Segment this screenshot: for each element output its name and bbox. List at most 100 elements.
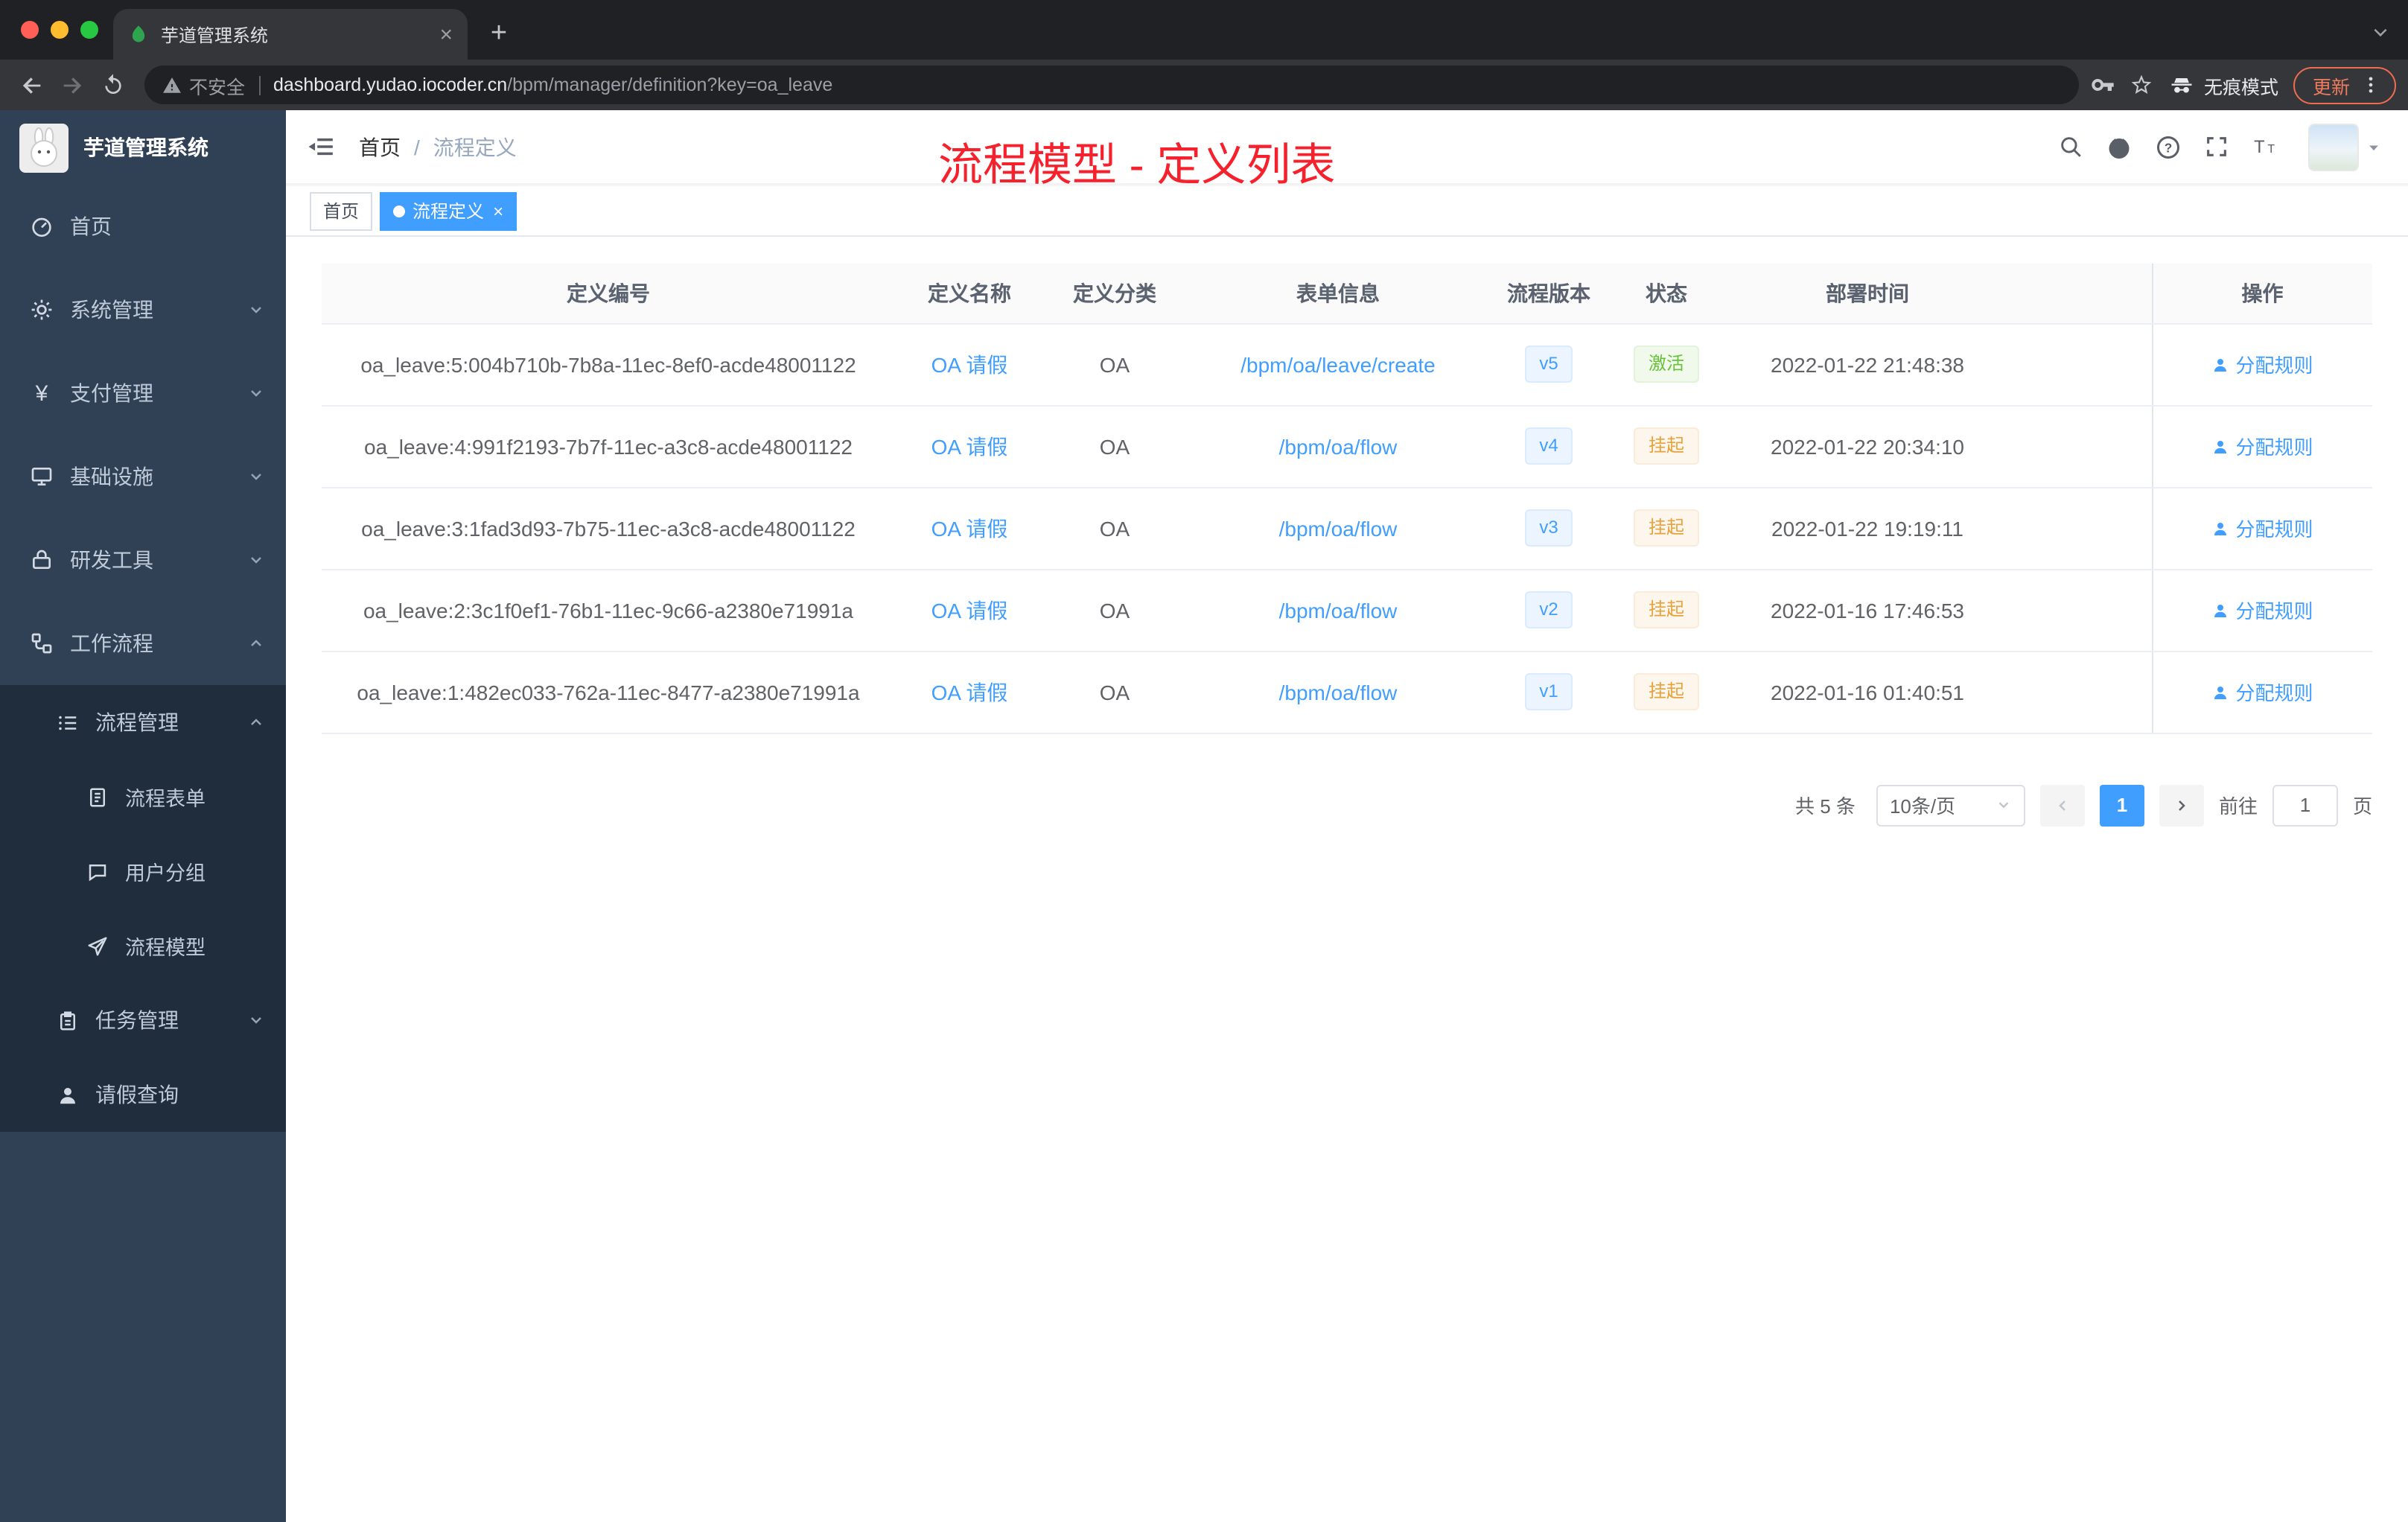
definition-name-link[interactable]: OA 请假 [931, 680, 1008, 704]
form-info-link[interactable]: /bpm/oa/flow [1279, 516, 1398, 540]
sidebar-item-leave-query[interactable]: 请假查询 [0, 1057, 286, 1132]
goto-page-input[interactable] [2272, 784, 2338, 826]
version-badge: v3 [1524, 509, 1573, 547]
status-badge: 激活 [1633, 346, 1699, 383]
forward-icon[interactable] [52, 65, 92, 105]
sidebar-item-devtools[interactable]: 研发工具 [0, 518, 286, 602]
sidebar-item-user-group[interactable]: 用户分组 [0, 834, 286, 908]
form-info-link[interactable]: /bpm/oa/flow [1279, 434, 1398, 458]
page-annotation: 流程模型 - 定义列表 [938, 141, 1336, 191]
gear-icon [30, 298, 54, 322]
page-1-button[interactable]: 1 [2099, 784, 2144, 826]
sidebar-fold-icon[interactable] [307, 133, 335, 161]
help-icon[interactable]: ? [2155, 133, 2182, 160]
app-title: 芋道管理系统 [83, 136, 208, 159]
cell-deploy-time: 2022-01-22 21:48:38 [1726, 323, 2009, 406]
sidebar-item-label: 研发工具 [70, 548, 153, 572]
svg-text:?: ? [2165, 139, 2173, 154]
column-header-version: 流程版本 [1491, 264, 1607, 324]
page-size-select[interactable]: 10条/页 [1876, 784, 2025, 826]
cell-definition-id: oa_leave:3:1fad3d93-7b75-11ec-a3c8-acde4… [322, 487, 895, 570]
page-unit-label: 页 [2352, 795, 2372, 818]
address-bar[interactable]: 不安全 dashboard.yudao.iocoder.cn /bpm/mana… [144, 66, 2079, 104]
search-icon[interactable] [2058, 134, 2083, 159]
user-icon [2211, 683, 2229, 701]
person-icon [57, 1083, 79, 1106]
cell-category: OA [1044, 405, 1185, 488]
traffic-light-close-icon[interactable] [21, 21, 39, 39]
incognito-icon [2168, 71, 2195, 98]
avatar[interactable] [2308, 123, 2359, 171]
assign-rule-link[interactable]: 分配规则 [2211, 432, 2313, 460]
url-domain: dashboard.yudao.iocoder.cn [273, 74, 508, 95]
sidebar-item-label: 流程表单 [125, 788, 206, 810]
form-info-link[interactable]: /bpm/oa/flow [1279, 680, 1398, 704]
traffic-light-minimize-icon[interactable] [51, 21, 69, 39]
new-tab-icon[interactable]: + [480, 15, 518, 54]
table-header-row: 定义编号 定义名称 定义分类 表单信息 流程版本 状态 部署时间 操作 [322, 264, 2372, 324]
key-icon[interactable] [2091, 73, 2115, 97]
goto-label: 前往 [2218, 795, 2258, 818]
update-label: 更新 [2312, 77, 2350, 98]
definition-name-link[interactable]: OA 请假 [931, 598, 1008, 622]
traffic-light-maximize-icon[interactable] [80, 21, 98, 39]
tab-title: 芋道管理系统 [161, 25, 269, 45]
sidebar-item-task-management[interactable]: 任务管理 [0, 983, 286, 1057]
sidebar-item-infrastructure[interactable]: 基础设施 [0, 435, 286, 518]
update-button[interactable]: 更新 [2293, 66, 2396, 104]
version-badge: v2 [1524, 591, 1573, 628]
table-row: oa_leave:3:1fad3d93-7b75-11ec-a3c8-acde4… [322, 487, 2372, 570]
tag-home[interactable]: 首页 [310, 191, 373, 230]
close-tag-icon[interactable]: × [493, 202, 503, 220]
workflow-icon [30, 631, 54, 655]
chevron-up-icon [247, 634, 265, 652]
definition-name-link[interactable]: OA 请假 [931, 516, 1008, 540]
browser-tab[interactable]: 芋道管理系统 × [113, 9, 468, 60]
github-icon[interactable] [2106, 133, 2133, 160]
caret-down-icon [2366, 139, 2381, 154]
back-icon[interactable] [12, 65, 52, 105]
close-tab-icon[interactable]: × [439, 23, 453, 45]
url-path: /bpm/manager/definition?key=oa_leave [507, 74, 833, 95]
sidebar-item-home[interactable]: 首页 [0, 185, 286, 268]
definition-name-link[interactable]: OA 请假 [931, 434, 1008, 458]
reload-icon[interactable] [92, 65, 133, 105]
user-menu[interactable] [2308, 123, 2381, 171]
cell-deploy-time: 2022-01-16 01:40:51 [1726, 651, 2009, 733]
table-row: oa_leave:4:991f2193-7b7f-11ec-a3c8-acde4… [322, 405, 2372, 488]
tab-search-chevron-icon[interactable] [2371, 22, 2390, 42]
sidebar-item-workflow[interactable]: 工作流程 [0, 602, 286, 685]
breadcrumb-home[interactable]: 首页 [359, 132, 401, 162]
column-header-filler [2009, 264, 2152, 324]
assign-rule-link[interactable]: 分配规则 [2211, 514, 2313, 542]
font-size-icon[interactable]: TT [2252, 133, 2280, 161]
prev-page-button[interactable] [2039, 784, 2085, 826]
incognito-label: 无痕模式 [2203, 77, 2278, 98]
next-page-button[interactable] [2159, 784, 2204, 826]
yen-icon: ¥ [35, 380, 48, 406]
assign-rule-link[interactable]: 分配规则 [2211, 350, 2313, 378]
sidebar-item-payment[interactable]: ¥ 支付管理 [0, 351, 286, 435]
cell-deploy-time: 2022-01-16 17:46:53 [1726, 569, 2009, 652]
pagination-total: 共 5 条 [1795, 795, 1856, 818]
sidebar-item-process-management[interactable]: 流程管理 [0, 685, 286, 760]
form-info-link[interactable]: /bpm/oa/flow [1279, 598, 1398, 622]
assign-rule-link[interactable]: 分配规则 [2211, 596, 2313, 624]
column-header-deploy-time: 部署时间 [1726, 264, 2009, 324]
warning-icon [162, 75, 182, 95]
security-status[interactable]: 不安全 [162, 71, 245, 99]
kebab-menu-icon[interactable] [2360, 74, 2381, 95]
app-navbar: 首页 / 流程定义 流程模型 - 定义列表 ? T T [286, 110, 2408, 191]
sidebar-item-process-model[interactable]: 流程模型 [0, 908, 286, 983]
sidebar-item-process-form[interactable]: 流程表单 [0, 760, 286, 834]
definition-name-link[interactable]: OA 请假 [931, 352, 1008, 376]
form-info-link[interactable]: /bpm/oa/leave/create [1240, 352, 1436, 376]
assign-rule-link[interactable]: 分配规则 [2211, 678, 2313, 706]
incognito-badge: 无痕模式 [2168, 71, 2278, 99]
sidebar-item-system[interactable]: 系统管理 [0, 268, 286, 351]
sidebar-item-label: 支付管理 [70, 381, 153, 405]
bookmark-star-icon[interactable] [2130, 73, 2153, 97]
tag-process-definition[interactable]: 流程定义 × [380, 191, 517, 230]
cell-category: OA [1044, 323, 1185, 406]
fullscreen-icon[interactable] [2204, 134, 2229, 159]
